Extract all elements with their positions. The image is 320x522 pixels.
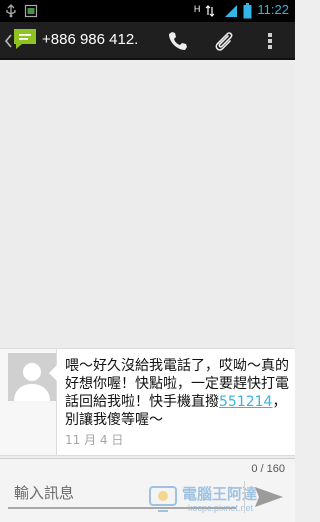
clock-time: 11:22	[257, 2, 289, 17]
message-bubble[interactable]: 喂～好久沒給我電話了，哎呦～真的好想你喔！快點啦，一定要趕快打電話回給我啦！快手…	[49, 349, 295, 455]
network-type-label: H	[193, 4, 201, 14]
message-date: 11 月 4 日	[65, 433, 124, 447]
status-left-icons	[4, 3, 38, 18]
message-text: 喂～好久沒給我電話了，哎呦～真的好想你喔！快點啦，一定要趕快打電話回給我啦！快手…	[65, 357, 293, 429]
message-item[interactable]: 喂～好久沒給我電話了，哎呦～真的好想你喔！快點啦，一定要趕快打電話回給我啦！快手…	[0, 348, 295, 456]
attach-icon[interactable]	[212, 29, 236, 53]
phone-icon[interactable]	[166, 29, 190, 53]
conversation-title: +886 986 412.	[42, 31, 139, 48]
data-arrows-icon	[205, 3, 219, 17]
phone-number-link[interactable]: 551214	[219, 394, 272, 410]
bubble-pointer	[49, 365, 57, 381]
send-icon	[255, 487, 283, 507]
overflow-menu-icon[interactable]	[258, 29, 282, 53]
screenshot-icon	[24, 3, 38, 18]
compose-bar: 電腦王阿達 kocpc.pixnet.net 0 / 160	[0, 458, 295, 522]
message-input[interactable]	[8, 479, 236, 509]
send-button[interactable]	[252, 483, 286, 511]
usb-icon	[4, 3, 18, 18]
character-counter: 0 / 160	[251, 463, 285, 475]
battery-icon	[243, 2, 252, 18]
signal-icon	[224, 3, 238, 17]
status-right-icons: H 11:22	[193, 2, 289, 18]
compose-divider	[244, 481, 245, 513]
chevron-left-icon[interactable]	[4, 33, 12, 48]
action-bar: +886 986 412.	[0, 22, 295, 60]
conversation-thread[interactable]: 喂～好久沒給我電話了，哎呦～真的好想你喔！快點啦，一定要趕快打電話回給我啦！快手…	[0, 60, 295, 458]
status-bar: H 11:22	[0, 0, 295, 22]
messaging-icon[interactable]	[12, 26, 38, 52]
